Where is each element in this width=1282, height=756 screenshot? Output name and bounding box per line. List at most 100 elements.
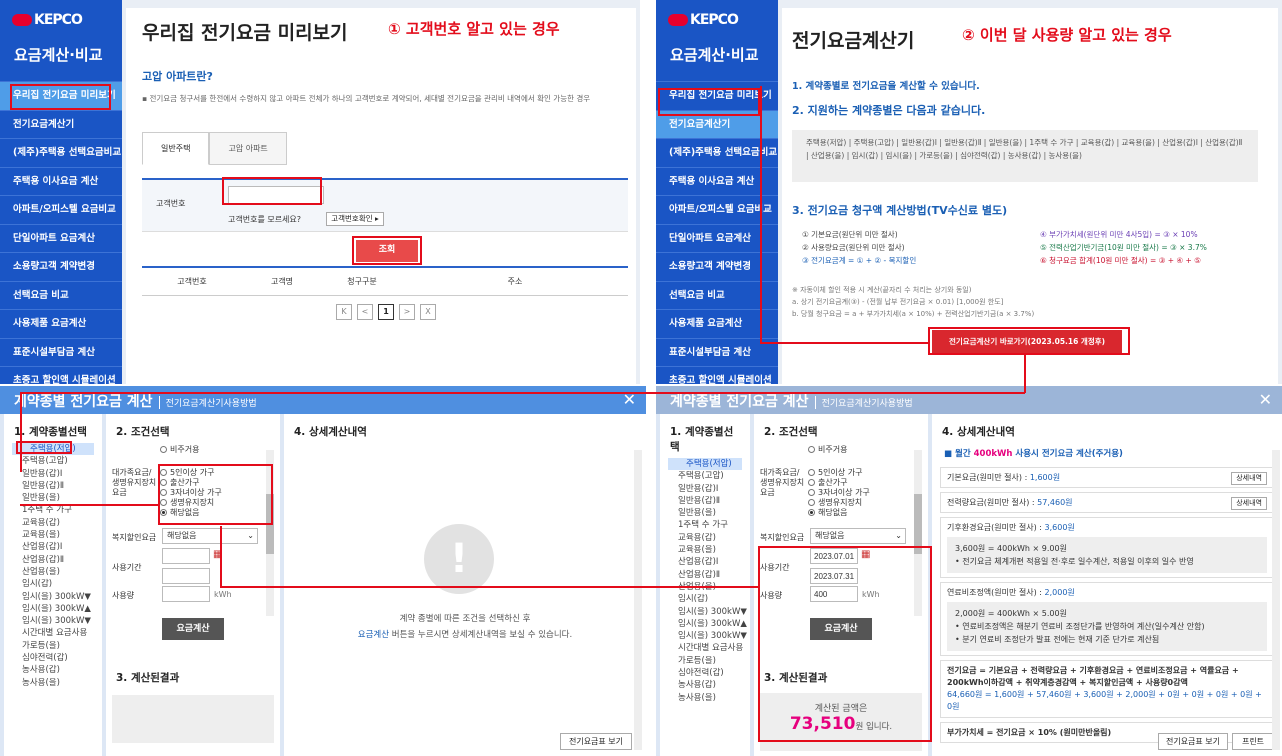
usage-guide-select[interactable]: 전기요금계산기사용방법	[158, 396, 257, 409]
detail-button[interactable]: 상세내역	[1231, 472, 1267, 485]
calculate-button[interactable]: 요금계산	[810, 618, 872, 640]
radio-icon[interactable]	[160, 509, 167, 516]
contract-type-item[interactable]: 교육용(을)	[660, 544, 750, 556]
contract-type-item[interactable]: 일반용(갑)Ⅰ	[4, 468, 102, 480]
contract-type-item[interactable]: 임시(을) 300kW▼	[660, 606, 750, 618]
tab-house[interactable]: 일반주택	[142, 132, 210, 165]
contract-type-item[interactable]: 심야전력(갑)	[4, 652, 102, 664]
contract-type-item[interactable]: 일반용(갑)Ⅰ	[660, 483, 750, 495]
detail-button[interactable]: 상세내역	[1231, 497, 1267, 510]
contract-type-item[interactable]: 임시(갑)	[4, 578, 102, 590]
contract-type-item[interactable]: 가로등(을)	[4, 640, 102, 652]
radio-icon[interactable]	[808, 489, 815, 496]
contract-type-item[interactable]: 일반용(갑)Ⅱ	[660, 495, 750, 507]
sidebar-item-4[interactable]: 아파트/오피스텔 요금비교	[0, 196, 122, 225]
pager-last[interactable]: X	[420, 304, 436, 320]
pager-page-1[interactable]: 1	[378, 304, 394, 320]
radio-icon[interactable]	[808, 499, 815, 506]
rate-table-button[interactable]: 전기요금표 보기	[560, 733, 632, 750]
contract-type-item[interactable]: 주택용(고압)	[660, 470, 750, 482]
usage-input[interactable]	[162, 586, 210, 602]
contract-type-item[interactable]: 시간대별 요금사용	[4, 627, 102, 639]
contract-type-item[interactable]: 주택용(고압)	[4, 455, 102, 467]
condition-option[interactable]: 3자녀이상 가구	[160, 488, 222, 498]
calculator-shortcut-button[interactable]: 전기요금계산기 바로가기(2023.05.16 개정후)	[932, 330, 1122, 354]
scroll-thumb[interactable]	[914, 494, 922, 554]
contract-type-item[interactable]: 1주택 수 가구	[660, 519, 750, 531]
calculate-link[interactable]: 요금계산	[358, 630, 389, 640]
contract-type-item[interactable]: 산업용(갑)Ⅱ	[4, 554, 102, 566]
contract-type-item[interactable]: 교육용(을)	[4, 529, 102, 541]
condition-option[interactable]: 3자녀이상 가구	[808, 488, 870, 498]
contract-type-item[interactable]: 농사용(갑)	[4, 664, 102, 676]
pager-next[interactable]: >	[399, 304, 415, 320]
option-non-residential[interactable]: 비주거용	[160, 445, 280, 455]
contract-type-item[interactable]: 산업용(갑)Ⅱ	[660, 569, 750, 581]
contract-type-item[interactable]: 농사용(갑)	[660, 679, 750, 691]
contract-type-item[interactable]: 주택용(저압)	[12, 443, 94, 456]
contract-type-item[interactable]: 교육용(갑)	[4, 517, 102, 529]
condition-option[interactable]: 5인이상 가구	[160, 468, 222, 478]
contract-type-item[interactable]: 농사용(을)	[660, 692, 750, 704]
date-to-input[interactable]	[162, 568, 210, 584]
usage-guide-select[interactable]: 전기요금계산기사용방법	[814, 396, 913, 409]
search-button[interactable]: 조회	[356, 240, 418, 262]
contract-type-item[interactable]: 임시(을) 300kW▼	[4, 591, 102, 603]
condition-option[interactable]: 5인이상 가구	[808, 468, 870, 478]
sidebar-item-7[interactable]: 선택요금 비교	[0, 282, 122, 310]
contract-type-item[interactable]: 농사용(을)	[4, 677, 102, 689]
sidebar-item-10[interactable]: 초중고 할인액 시뮬레이션	[656, 367, 778, 384]
sidebar-item-5[interactable]: 단일아파트 요금계산	[0, 225, 122, 253]
welfare-select[interactable]: 해당없음 ⌄	[162, 528, 258, 544]
contract-type-item[interactable]: 임시(을) 300kW▼	[660, 630, 750, 642]
contract-type-item[interactable]: 일반용(을)	[660, 507, 750, 519]
date-to-input[interactable]	[810, 568, 858, 584]
contract-type-item[interactable]: 1주택 수 가구	[4, 504, 102, 516]
close-icon[interactable]: ✕	[1259, 390, 1272, 409]
condition-option[interactable]: 해당없음	[808, 508, 870, 518]
sidebar-item-2[interactable]: (제주)주택용 선택요금비교	[0, 139, 122, 168]
scrollbar[interactable]	[634, 450, 642, 750]
contract-type-item[interactable]: 산업용(을)	[4, 566, 102, 578]
print-button[interactable]: 프린트	[1232, 733, 1274, 750]
scroll-thumb[interactable]	[266, 494, 274, 554]
condition-option[interactable]: 해당없음	[160, 508, 222, 518]
contract-type-item[interactable]: 산업용(갑)Ⅰ	[660, 556, 750, 568]
condition-option[interactable]: 생명유지장치	[808, 498, 870, 508]
sidebar-item-3[interactable]: 주택용 이사요금 계산	[0, 168, 122, 196]
radio-icon[interactable]	[808, 479, 815, 486]
sidebar-item-9[interactable]: 표준시설부담금 계산	[0, 339, 122, 367]
sidebar-item-1[interactable]: 전기요금계산기	[0, 111, 122, 139]
radio-icon[interactable]	[160, 479, 167, 486]
contract-type-item[interactable]: 산업용(갑)Ⅰ	[4, 541, 102, 553]
sidebar-item-6[interactable]: 소용량고객 계약변경	[0, 253, 122, 282]
contract-type-item[interactable]: 주택용(저압)	[668, 458, 742, 471]
contract-type-item[interactable]: 교육용(갑)	[660, 532, 750, 544]
customer-number-check-button[interactable]: 고객번호확인 ▸	[326, 212, 384, 226]
usage-input[interactable]	[810, 586, 858, 602]
radio-icon[interactable]	[808, 469, 815, 476]
radio-icon[interactable]	[160, 469, 167, 476]
date-from-input[interactable]	[162, 548, 210, 564]
customer-number-input[interactable]	[228, 186, 324, 204]
sidebar-item-0[interactable]: 우리집 전기요금 미리보기	[0, 82, 122, 111]
contract-type-item[interactable]: 일반용(을)	[4, 492, 102, 504]
radio-icon[interactable]	[160, 499, 167, 506]
rate-table-button[interactable]: 전기요금표 보기	[1158, 733, 1228, 750]
option-non-residential[interactable]: 비주거용	[808, 445, 928, 455]
radio-icon[interactable]	[808, 509, 815, 516]
contract-type-item[interactable]: 임시(을) 300kW▲	[4, 603, 102, 615]
condition-option[interactable]: 출산가구	[808, 478, 870, 488]
contract-type-item[interactable]: 가로등(을)	[660, 655, 750, 667]
scrollbar[interactable]	[1272, 450, 1280, 750]
sidebar-item-8[interactable]: 사용제품 요금계산	[0, 310, 122, 339]
contract-type-item[interactable]: 일반용(갑)Ⅱ	[4, 480, 102, 492]
contract-type-item[interactable]: 임시(갑)	[660, 593, 750, 605]
condition-option[interactable]: 생명유지장치	[160, 498, 222, 508]
sidebar-item-10[interactable]: 초중고 할인액 시뮬레이션	[0, 367, 122, 384]
contract-type-item[interactable]: 임시(을) 300kW▲	[660, 618, 750, 630]
tab-high-voltage-apt[interactable]: 고압 아파트	[209, 132, 287, 165]
pager-prev[interactable]: <	[357, 304, 373, 320]
radio-icon[interactable]	[160, 489, 167, 496]
contract-type-item[interactable]: 시간대별 요금사용	[660, 642, 750, 654]
